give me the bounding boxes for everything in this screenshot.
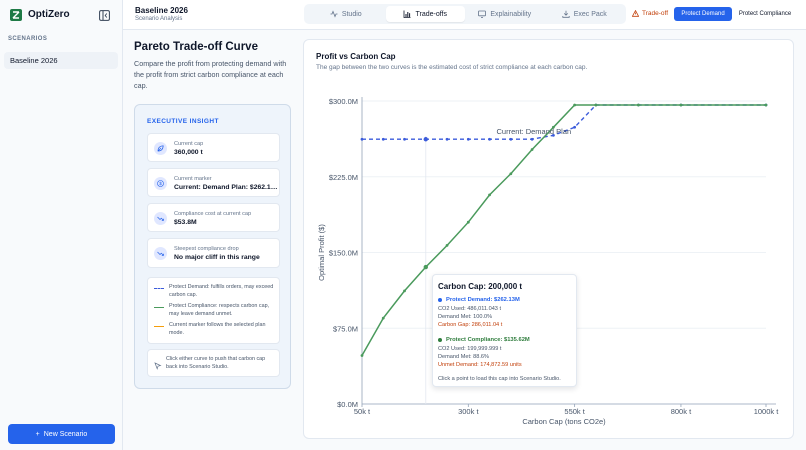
y-axis-label: Optimal Profit ($)	[317, 224, 326, 281]
tooltip-footer: Click a point to load this cap into Scen…	[438, 376, 561, 382]
x-tick-label: 800k t	[671, 407, 692, 416]
profit-vs-carbon-cap-chart[interactable]: $0.0M$75.0M$150.0M$225.0M$300.0M50k t 300…	[0, 0, 806, 450]
y-tick-label: $150.0M	[329, 249, 358, 258]
protect-compliance-point[interactable]	[573, 103, 577, 107]
protect-compliance-point[interactable]	[764, 103, 768, 107]
protect-compliance-point[interactable]	[679, 103, 683, 107]
protect-demand-point[interactable]	[423, 137, 428, 142]
tooltip-demand-header: Protect Demand: $262.13M	[438, 297, 520, 303]
protect-compliance-point[interactable]	[381, 316, 385, 320]
protect-compliance-point[interactable]	[466, 220, 470, 224]
x-tick-label: 1000k t	[754, 407, 780, 416]
tooltip-compliance-met: Demand Met: 88.6%	[438, 354, 489, 360]
protect-compliance-point[interactable]	[637, 103, 640, 107]
protect-compliance-point[interactable]	[488, 193, 491, 197]
protect-demand-point[interactable]	[381, 137, 385, 141]
tooltip-demand-met: Demand Met: 100.0%	[438, 314, 493, 320]
protect-compliance-point[interactable]	[360, 354, 364, 357]
protect-demand-point[interactable]	[360, 137, 364, 141]
protect-demand-point[interactable]	[403, 137, 406, 141]
protect-demand-point[interactable]	[573, 125, 577, 129]
tooltip-compliance-unmet: Unmet Demand: 174,872.59 units	[438, 362, 522, 368]
tooltip-demand-co2: CO2 Used: 486,011.043 t	[438, 306, 502, 312]
chart-tooltip: Carbon Cap: 200,000 t Protect Demand: $2…	[432, 274, 577, 387]
y-tick-label: $225.0M	[329, 173, 358, 182]
protect-compliance-point[interactable]	[403, 289, 406, 293]
protect-compliance-point[interactable]	[594, 103, 598, 107]
demand-dot-icon	[438, 298, 442, 302]
compliance-dot-icon	[438, 338, 442, 342]
protect-demand-point[interactable]	[530, 137, 534, 141]
tooltip-demand-carbon-gap: Carbon Gap: 286,011.04 t	[438, 322, 503, 328]
protect-compliance-point[interactable]	[530, 148, 534, 151]
current-marker-label: Current: Demand Plan	[497, 127, 572, 136]
x-tick-label: 300k t	[458, 407, 479, 416]
protect-compliance-point[interactable]	[509, 172, 513, 176]
x-tick-label: 550k t	[564, 407, 585, 416]
y-tick-label: $300.0M	[329, 97, 358, 106]
protect-demand-point[interactable]	[509, 137, 513, 141]
tooltip-compliance-header: Protect Compliance: $135.62M	[438, 337, 530, 343]
protect-demand-point[interactable]	[466, 137, 470, 141]
x-tick-label: 50k t	[354, 407, 371, 416]
protect-compliance-point[interactable]	[423, 264, 428, 270]
x-axis-label: Carbon Cap (tons CO2e)	[522, 417, 606, 426]
y-tick-label: $75.0M	[333, 324, 358, 333]
tooltip-compliance-co2: CO2 Used: 199,999.999 t	[438, 346, 502, 352]
protect-compliance-point[interactable]	[445, 244, 449, 247]
protect-demand-point[interactable]	[488, 137, 491, 141]
protect-demand-point[interactable]	[445, 137, 449, 141]
tooltip-title: Carbon Cap: 200,000 t	[438, 282, 523, 291]
